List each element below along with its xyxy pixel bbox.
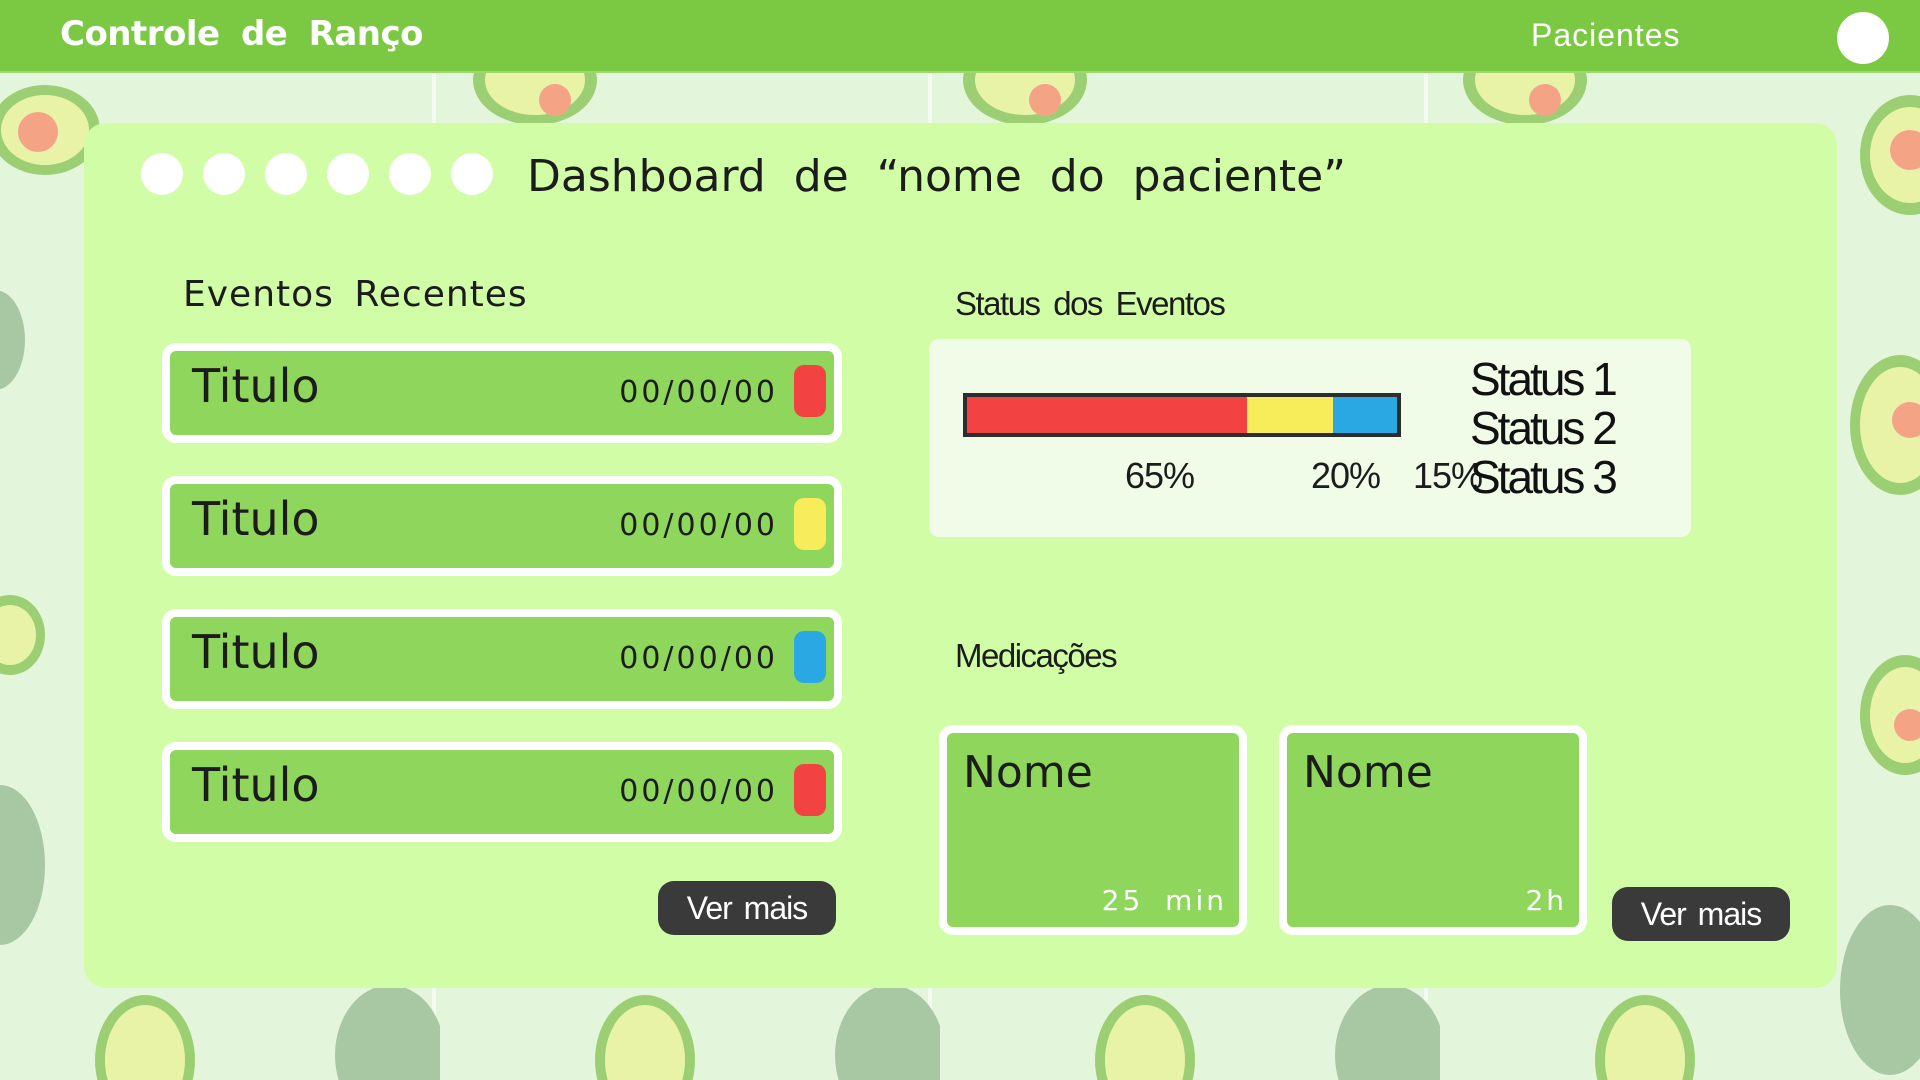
event-status-title: Status dos Eventos: [955, 285, 1226, 322]
avocado-icon: [595, 995, 695, 1080]
medications-see-more-button[interactable]: Ver mais: [1612, 887, 1790, 941]
medication-name: Nome: [1303, 747, 1433, 798]
event-status-tag: [794, 631, 826, 683]
dashboard-card: Dashboard de “nome do paciente” Eventos …: [84, 123, 1837, 988]
dot-icon: [265, 153, 307, 195]
medication-time: 2h: [1525, 884, 1567, 917]
avocado-icon: [1850, 355, 1920, 495]
event-date: 00/00/00: [619, 774, 778, 809]
top-bar: Controle de Ranço Pacientes: [0, 0, 1920, 73]
medication-card[interactable]: Nome 25 min: [939, 725, 1247, 935]
avocado-icon: [473, 70, 597, 125]
status-stacked-bar: [963, 393, 1401, 437]
status-pct-label: 20%: [1311, 455, 1381, 496]
status-legend: Status 1 Status 2 Status 3: [1470, 353, 1618, 503]
status-pct-label: 65%: [1125, 455, 1195, 496]
dot-icon: [389, 153, 431, 195]
dot-icon: [451, 153, 493, 195]
event-status-tag: [794, 764, 826, 816]
dot-icon: [327, 153, 369, 195]
avocado-icon: [1095, 995, 1195, 1080]
event-status-tag: [794, 498, 826, 550]
avocado-icon: [1335, 985, 1440, 1080]
page-title: Dashboard de “nome do paciente”: [527, 151, 1347, 202]
event-row[interactable]: Titulo 00/00/00: [162, 742, 842, 842]
event-title: Titulo: [192, 625, 320, 679]
event-date: 00/00/00: [619, 508, 778, 543]
decorative-dots: [141, 153, 513, 195]
avocado-icon: [963, 70, 1087, 125]
avocado-icon: [0, 595, 45, 675]
events-see-more-button[interactable]: Ver mais: [658, 881, 836, 935]
dot-icon: [203, 153, 245, 195]
legend-item: Status 2: [1470, 402, 1618, 454]
event-title: Titulo: [192, 492, 320, 546]
avocado-icon: [1860, 655, 1920, 775]
event-status-tag: [794, 365, 826, 417]
status-bar-segment: [1246, 397, 1333, 433]
avocado-icon: [1840, 905, 1920, 1075]
medication-card[interactable]: Nome 2h: [1279, 725, 1587, 935]
brand-title: Controle de Ranço: [60, 14, 424, 54]
avocado-icon: [0, 290, 25, 390]
event-row[interactable]: Titulo 00/00/00: [162, 343, 842, 443]
event-date: 00/00/00: [619, 641, 778, 676]
avocado-icon: [835, 985, 940, 1080]
nav-link-patients[interactable]: Pacientes: [1531, 17, 1681, 54]
avocado-icon: [95, 995, 195, 1080]
avatar[interactable]: [1837, 12, 1889, 64]
medication-time: 25 min: [1101, 884, 1227, 917]
legend-item: Status 1: [1470, 353, 1618, 405]
event-row[interactable]: Titulo 00/00/00: [162, 476, 842, 576]
event-status-panel: 65% 20% 15% Status 1 Status 2 Status 3: [929, 339, 1691, 537]
medications-title: Medicações: [955, 637, 1118, 674]
recent-events-title: Eventos Recentes: [183, 274, 528, 315]
avocado-icon: [1463, 70, 1587, 125]
avocado-icon: [1595, 995, 1695, 1080]
avocado-icon: [0, 785, 45, 945]
avocado-icon: [335, 985, 440, 1080]
status-bar-segment: [967, 397, 1247, 433]
event-title: Titulo: [192, 758, 320, 812]
event-title: Titulo: [192, 359, 320, 413]
medication-name: Nome: [963, 747, 1093, 798]
event-date: 00/00/00: [619, 375, 778, 410]
avocado-icon: [1860, 95, 1920, 215]
dot-icon: [141, 153, 183, 195]
event-row[interactable]: Titulo 00/00/00: [162, 609, 842, 709]
legend-item: Status 3: [1470, 451, 1618, 503]
status-bar-segment: [1332, 397, 1397, 433]
